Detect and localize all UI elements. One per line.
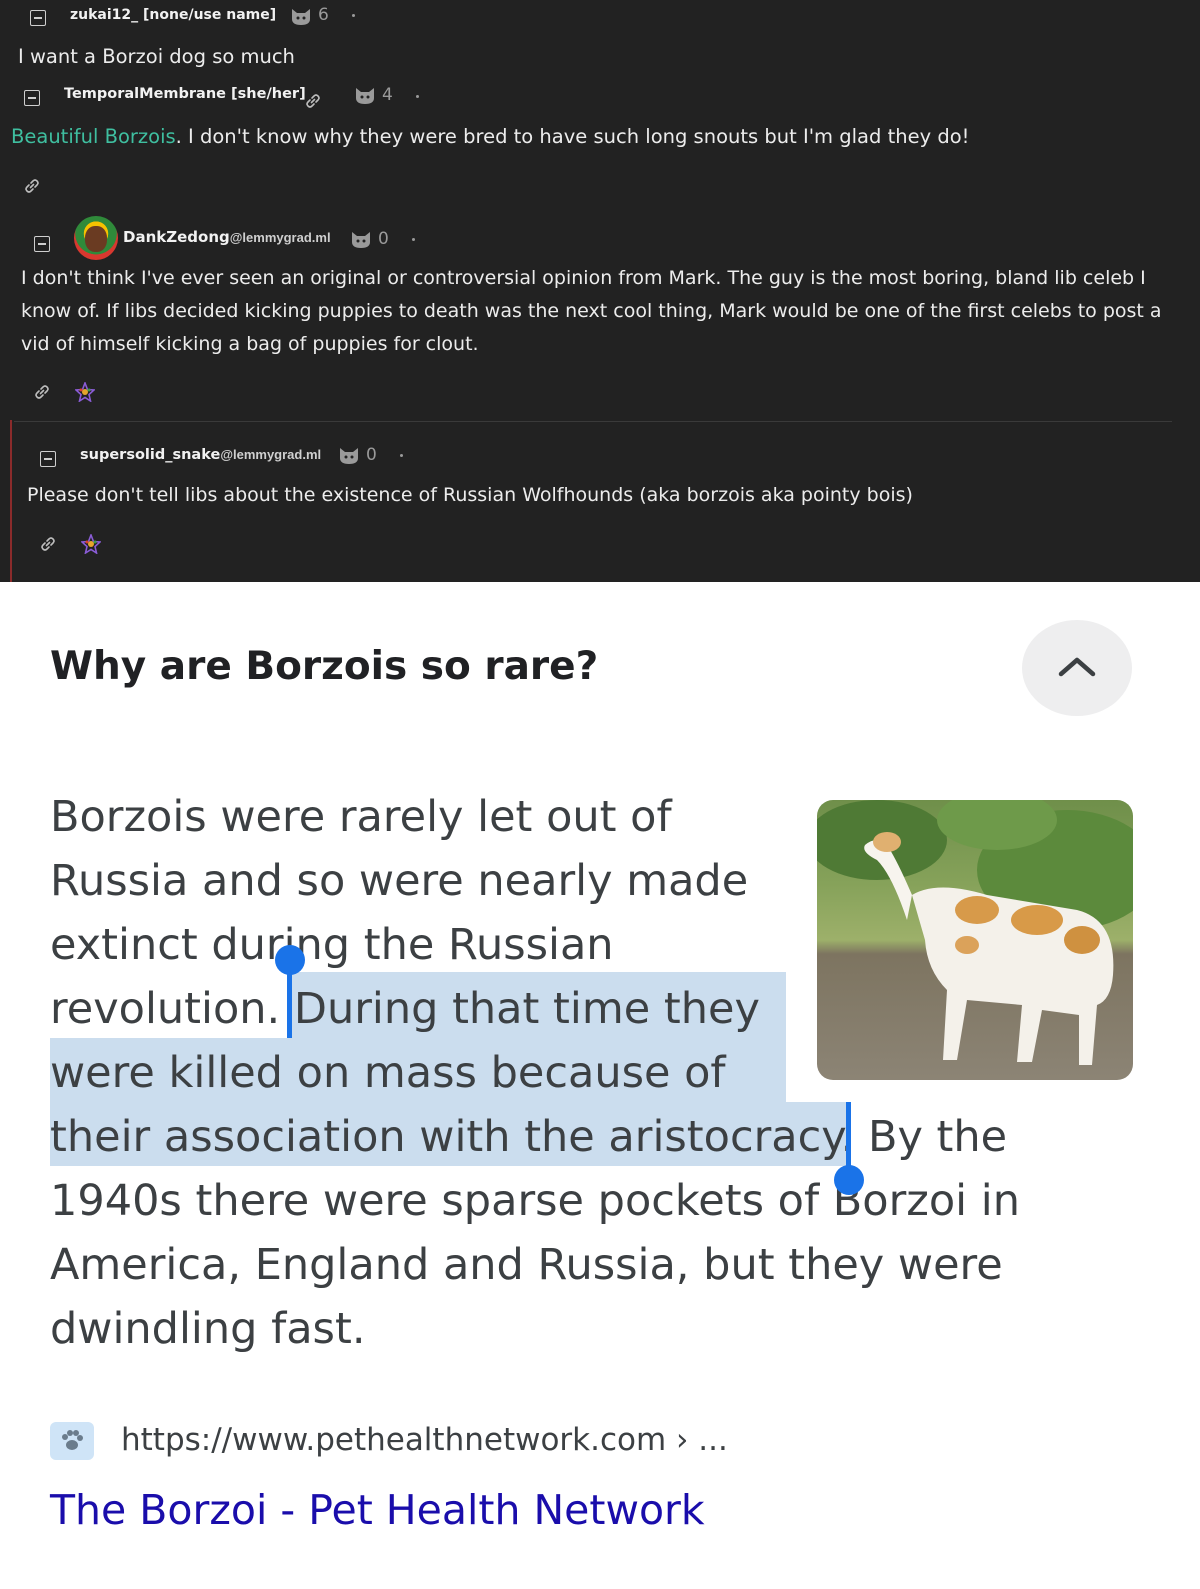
collapse-comment-button[interactable]	[30, 10, 46, 26]
score-cat-icon	[290, 7, 312, 32]
comment-username[interactable]: TemporalMembrane [she/her]	[64, 86, 306, 102]
comment-body: Beautiful Borzois. I don't know why they…	[11, 125, 970, 148]
featured-snippet-card: Why are Borzois so rare? Borzois were ra…	[0, 582, 1200, 1589]
selection-start-handle-knob[interactable]	[275, 945, 305, 975]
fediverse-star-icon[interactable]	[80, 533, 102, 555]
answer-text-line: were killed on mass because of	[50, 1048, 726, 1098]
question-heading[interactable]: Why are Borzois so rare?	[50, 644, 598, 689]
comment-instance: @lemmygrad.ml	[220, 447, 322, 462]
separator-dot	[416, 95, 419, 98]
comment-author[interactable]: supersolid_snake@lemmygrad.ml	[80, 446, 321, 464]
answer-text-line: 1940s there were sparse pockets of Borzo…	[50, 1176, 1020, 1226]
link-icon[interactable]	[21, 175, 43, 197]
collapse-answer-button[interactable]	[1022, 620, 1132, 716]
comment-instance: @lemmygrad.ml	[229, 230, 331, 245]
comment-body: I want a Borzoi dog so much	[18, 45, 295, 68]
answer-text-line: revolution. During that time they	[50, 984, 760, 1034]
comment-body: I don't think I've ever seen an original…	[21, 267, 1162, 355]
collapse-comment-button[interactable]	[40, 451, 56, 467]
comment-username[interactable]: supersolid_snake	[80, 447, 220, 463]
comment-score: 0	[378, 229, 389, 249]
comment-username[interactable]: DankZedong	[123, 228, 230, 246]
score-cat-icon	[338, 446, 360, 471]
paw-print-icon	[50, 1422, 94, 1460]
fediverse-star-icon[interactable]	[74, 381, 96, 403]
selected-text[interactable]: During that time they	[294, 984, 760, 1034]
separator-dot	[400, 454, 403, 457]
collapse-comment-button[interactable]	[34, 236, 50, 252]
thread-indent-line	[10, 420, 12, 582]
comment-author[interactable]: DankZedong@lemmygrad.ml	[123, 228, 331, 247]
link-icon[interactable]	[37, 533, 59, 555]
selected-text[interactable]: their association with the aristocracy	[50, 1112, 841, 1162]
answer-text-line: Russia and so were nearly made	[50, 856, 749, 906]
answer-text-line: America, England and Russia, but they we…	[50, 1240, 1003, 1290]
separator-dot	[412, 238, 415, 241]
score-cat-icon	[354, 86, 376, 111]
comment-score: 0	[366, 445, 377, 465]
borzoi-dog-photo[interactable]	[817, 800, 1133, 1080]
answer-text-line: their association with the aristocracy. …	[50, 1112, 1008, 1162]
answer-text-line: extinct during the Russian	[50, 920, 614, 970]
link-icon[interactable]	[31, 381, 53, 403]
comment-score: 6	[318, 5, 329, 25]
answer-text-line: dwindling fast.	[50, 1304, 366, 1354]
score-cat-icon	[350, 230, 372, 255]
source-url[interactable]: https://www.pethealthnetwork.com › ...	[121, 1422, 728, 1458]
collapse-comment-button[interactable]	[24, 90, 40, 106]
answer-text-line: Borzois were rarely let out of	[50, 792, 672, 842]
separator-dot	[352, 14, 355, 17]
comment-username[interactable]: zukai12_ [none/use name]	[70, 7, 276, 23]
avatar[interactable]	[74, 216, 118, 260]
divider	[14, 421, 1172, 422]
selection-end-handle-knob[interactable]	[834, 1165, 864, 1195]
comment-thread: zukai12_ [none/use name] 6 I want a Borz…	[0, 0, 1200, 582]
selection-end-handle[interactable]	[846, 1102, 851, 1172]
comment-body: Please don't tell libs about the existen…	[27, 484, 913, 506]
chevron-up-icon	[1057, 654, 1097, 683]
greentext-link[interactable]: Beautiful Borzois	[11, 125, 176, 148]
source-title-link[interactable]: The Borzoi - Pet Health Network	[50, 1486, 705, 1534]
comment-score: 4	[382, 85, 393, 105]
selected-text[interactable]: were killed on mass because of	[50, 1048, 726, 1098]
link-icon[interactable]	[302, 90, 324, 112]
